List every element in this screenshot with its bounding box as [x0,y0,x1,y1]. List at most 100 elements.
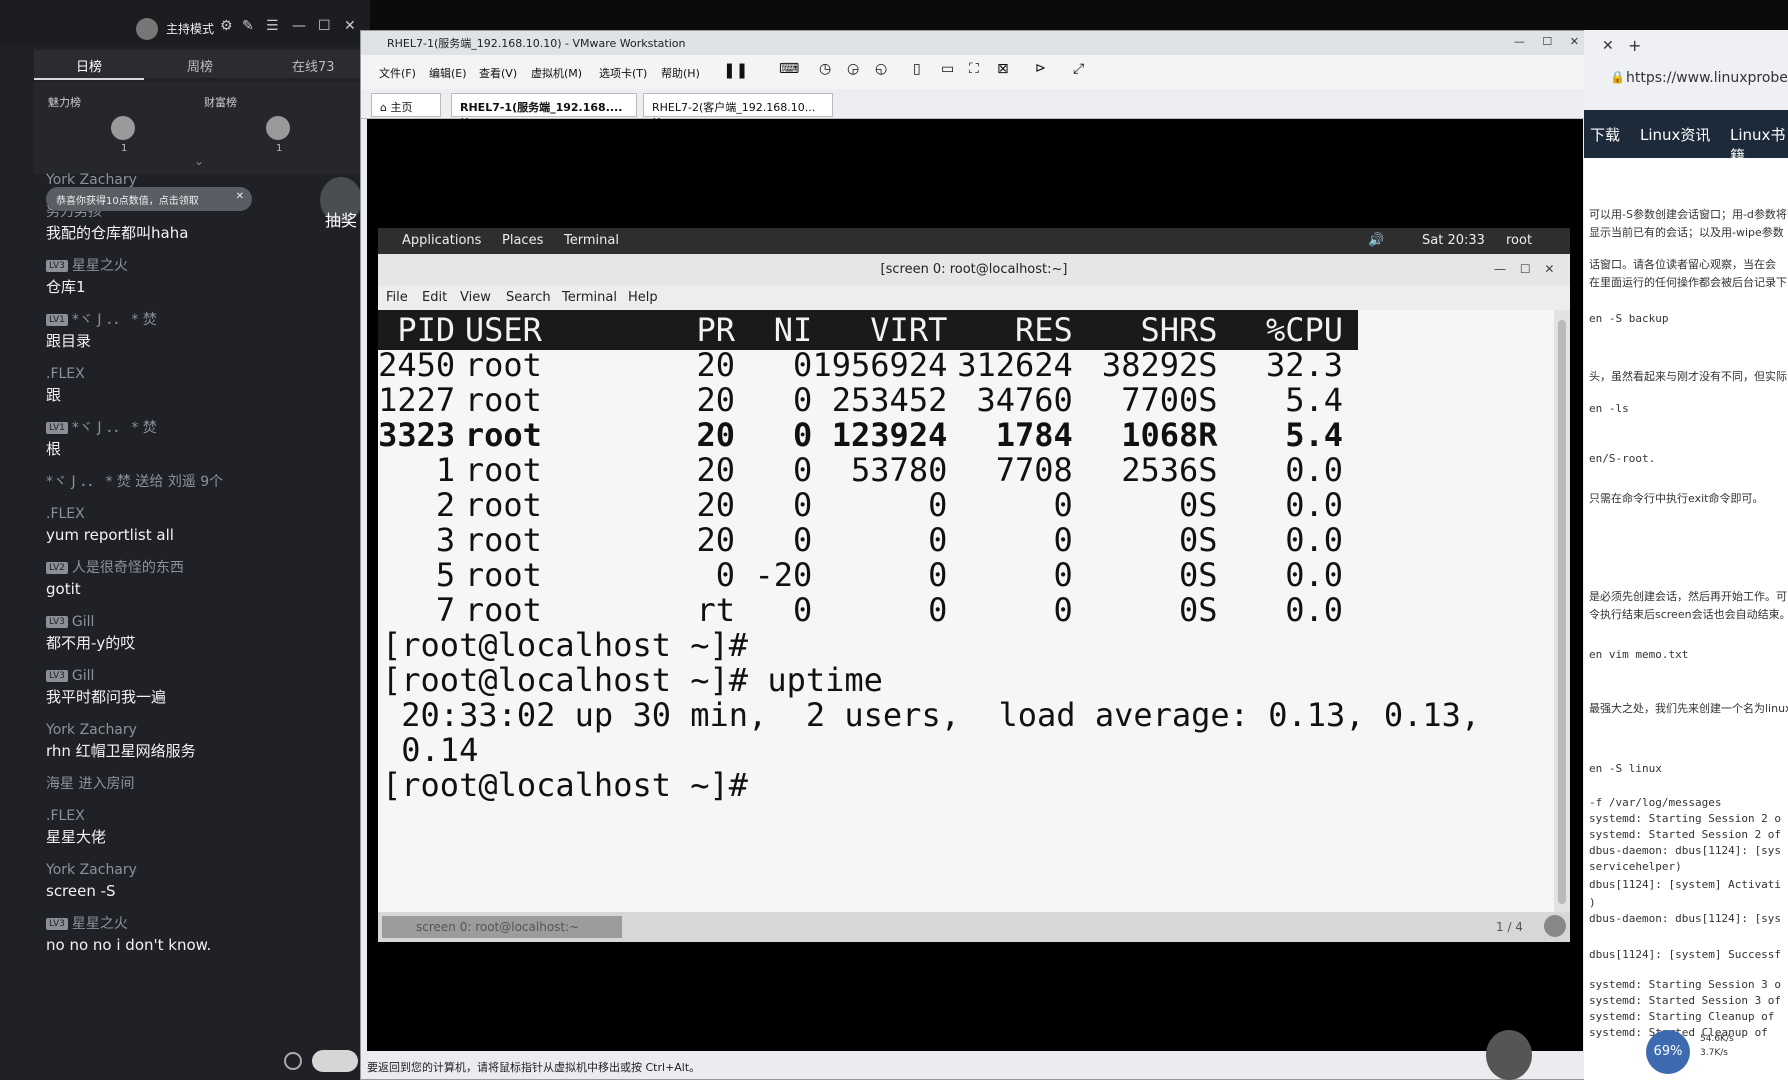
level-badge: LV3 [46,260,68,272]
tab-rhel7-1[interactable]: RHEL7-1(服务端_192.168.... ✕ [451,93,637,128]
stretch-icon[interactable]: ⤢ [1073,61,1084,77]
chat-username[interactable]: .FLEX [46,806,366,826]
chat-username[interactable]: LV2 人是很奇怪的东西 [46,558,366,578]
window-controls[interactable]: — ☐ ✕ [1514,35,1579,48]
avatar[interactable] [136,18,158,40]
fullscreen-icon[interactable]: ⛶ [969,61,979,77]
table-cell: 5.4 [1285,416,1343,454]
menu-view[interactable]: View [460,290,491,305]
emoji-icon[interactable] [284,1052,302,1070]
charm-rank-label[interactable]: 魅力榜 [48,94,81,110]
snapshot-icon[interactable]: ◷ [819,61,831,77]
chat-username[interactable]: LV1 *ヾ J ．． * 焚 [46,418,366,438]
chat-username[interactable]: LV1 *ヾ J ．． * 焚 [46,310,366,330]
library-icon[interactable]: ▯ [913,61,921,77]
notification-icon[interactable] [1544,915,1566,937]
menu-tabs[interactable]: 选项卡(T) [599,65,647,81]
tab-daily[interactable]: 日榜 [76,56,102,75]
chat-username[interactable]: LV3 Gill [46,666,366,686]
close-icon[interactable]: ✕ [236,191,244,202]
avatar[interactable] [266,116,290,140]
table-cell: 5.4 [1285,381,1343,419]
chat-username[interactable]: York Zachary [46,860,366,880]
terminal-output[interactable]: PID USER PR NI VIRT RES SHR S %CPU 2450 root 20 0 195… [378,310,1554,912]
menu-vm[interactable]: 虚拟机(M) [531,65,582,81]
table-cell: 0 [715,556,736,594]
menu-file[interactable]: 文件(F) [379,65,416,81]
thumbnail-icon[interactable]: ▭ [941,61,954,77]
tab-rhel7-2[interactable]: RHEL7-2(客户端_192.168.10... ✕ [643,93,833,128]
taskbar-window-button[interactable]: screen 0: root@localhost:~ [382,916,622,938]
chat-username[interactable]: LV3 星星之火 [46,256,366,276]
chat-message-text: 根 [46,440,62,458]
tab-online[interactable]: 在线73 [292,56,335,75]
menu-file[interactable]: File [386,290,408,305]
nav-books[interactable]: Linux书籍 [1730,124,1788,166]
table-cell: 20 [696,346,736,384]
settings-icon[interactable]: ⚙ [220,18,233,34]
menu-help[interactable]: 帮助(H) [661,65,700,81]
chat-username[interactable]: LV3 星星之火 [46,914,366,934]
chat-username[interactable]: York Zachary [46,720,366,740]
nav-download[interactable]: 下载 [1590,124,1620,145]
reward-toast[interactable]: 恭喜你获得10点数值，点击领取 ✕ [46,187,252,211]
menu-view[interactable]: 查看(V) [479,65,517,81]
menu-help[interactable]: Help [628,290,658,305]
table-cell: 253452 [831,381,948,419]
new-tab-icon[interactable]: + [1628,36,1641,55]
table-cell: 20 [696,381,736,419]
chevron-down-icon[interactable]: ⌄ [194,154,204,168]
edit-icon[interactable]: ✎ [242,18,254,34]
lottery-button[interactable]: 抽奖 [320,177,362,230]
send-button[interactable] [312,1050,358,1072]
list-item: York Zachary rhn 红帽卫星网络服务 [46,720,366,762]
chat-username[interactable]: 海星 进入房间 [46,774,366,794]
tab-weekly[interactable]: 周榜 [187,56,213,75]
menu-search[interactable]: Search [506,290,551,305]
close-tab-icon[interactable]: ✕ [1602,38,1614,54]
user-menu[interactable]: root [1506,233,1532,248]
chat-message-text: no no no i don't know. [46,936,212,954]
table-cell: SHR [1140,311,1199,349]
menu-edit[interactable]: 编辑(E) [429,65,467,81]
menu-terminal[interactable]: Terminal [562,290,617,305]
console-icon[interactable]: ⊳ [1035,61,1046,76]
workspace-indicator[interactable]: 1 / 4 [1496,920,1523,934]
restore-snapshot-icon[interactable]: ◶ [847,61,859,77]
wealth-rank-label[interactable]: 财富榜 [204,94,237,110]
list-item: York Zachary screen -S [46,860,366,902]
terminal-window-controls[interactable]: — ☐ ✕ [1494,262,1554,276]
list-item: .FLEX 星星大佬 [46,806,366,848]
avatar[interactable] [111,116,135,140]
close-icon[interactable]: ✕ [344,18,356,34]
chat-username[interactable]: *ヾ J ．． * 焚 送给 刘遥 9个 [46,472,366,492]
tab-home[interactable]: ⌂ 主页 [371,93,441,117]
nav-news[interactable]: Linux资讯 [1640,124,1710,145]
volume-icon[interactable]: 🔊 [1368,233,1384,248]
menu-edit[interactable]: Edit [422,290,447,305]
reward-toast-text: 恭喜你获得10点数值，点击领取 [56,196,199,207]
places-menu[interactable]: Places [502,233,543,248]
manage-snapshots-icon[interactable]: ◵ [875,61,887,77]
table-cell: VIRT [870,311,948,349]
chat-username[interactable]: .FLEX [46,504,366,524]
url-field[interactable]: https://www.linuxprobe.co [1626,70,1788,86]
article-line: 是必须先创建会话，然后再开始工作。可 [1589,590,1787,603]
maximize-icon[interactable]: ☐ [318,18,331,34]
unity-icon[interactable]: ⊠ [997,61,1009,77]
level-badge: LV3 [46,670,68,682]
terminal-scrollbar[interactable] [1554,310,1570,912]
clock[interactable]: Sat 20:33 [1422,233,1485,248]
menu-icon[interactable]: ☰ [266,18,279,34]
list-item: .FLEX 跟 [46,364,366,406]
applications-menu[interactable]: Applications [402,233,481,248]
terminal-app-tab[interactable]: Terminal [564,233,619,248]
pause-icon[interactable]: ❚❚ [723,61,748,79]
chat-username[interactable]: .FLEX [46,364,366,384]
level-badge: LV1 [46,314,68,326]
minimize-icon[interactable]: — [292,18,306,34]
send-keys-icon[interactable]: ⌨ [779,61,799,77]
article-line: ) [1589,896,1596,909]
chat-username[interactable]: LV3 Gill [46,612,366,632]
scrollbar-thumb[interactable] [1558,320,1566,904]
